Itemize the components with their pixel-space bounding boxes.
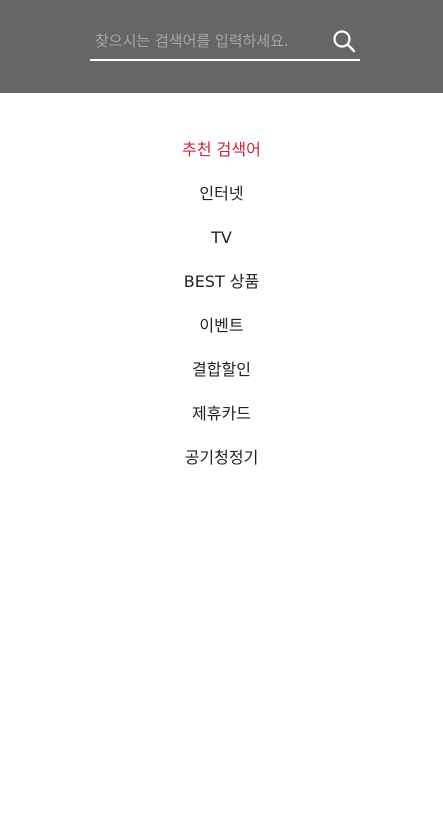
search-input[interactable] bbox=[90, 24, 320, 57]
keyword-item-events[interactable]: 이벤트 bbox=[0, 304, 443, 348]
keyword-item-air-purifier[interactable]: 공기청정기 bbox=[0, 436, 443, 480]
search-button[interactable] bbox=[330, 27, 358, 55]
search-header bbox=[0, 0, 443, 93]
keyword-item-best-products[interactable]: BEST 상품 bbox=[0, 260, 443, 304]
recommended-keyword-list: 추천 검색어 인터넷 TV BEST 상품 이벤트 결합할인 제휴카드 공기청정… bbox=[0, 128, 443, 480]
recommended-keywords-title: 추천 검색어 bbox=[182, 140, 261, 159]
keyword-item-internet[interactable]: 인터넷 bbox=[0, 172, 443, 216]
keyword-item-tv[interactable]: TV bbox=[0, 216, 443, 260]
search-bar bbox=[90, 24, 360, 61]
keyword-item-bundle-discount[interactable]: 결합할인 bbox=[0, 348, 443, 392]
keyword-item-partner-card[interactable]: 제휴카드 bbox=[0, 392, 443, 436]
search-icon bbox=[332, 29, 356, 53]
